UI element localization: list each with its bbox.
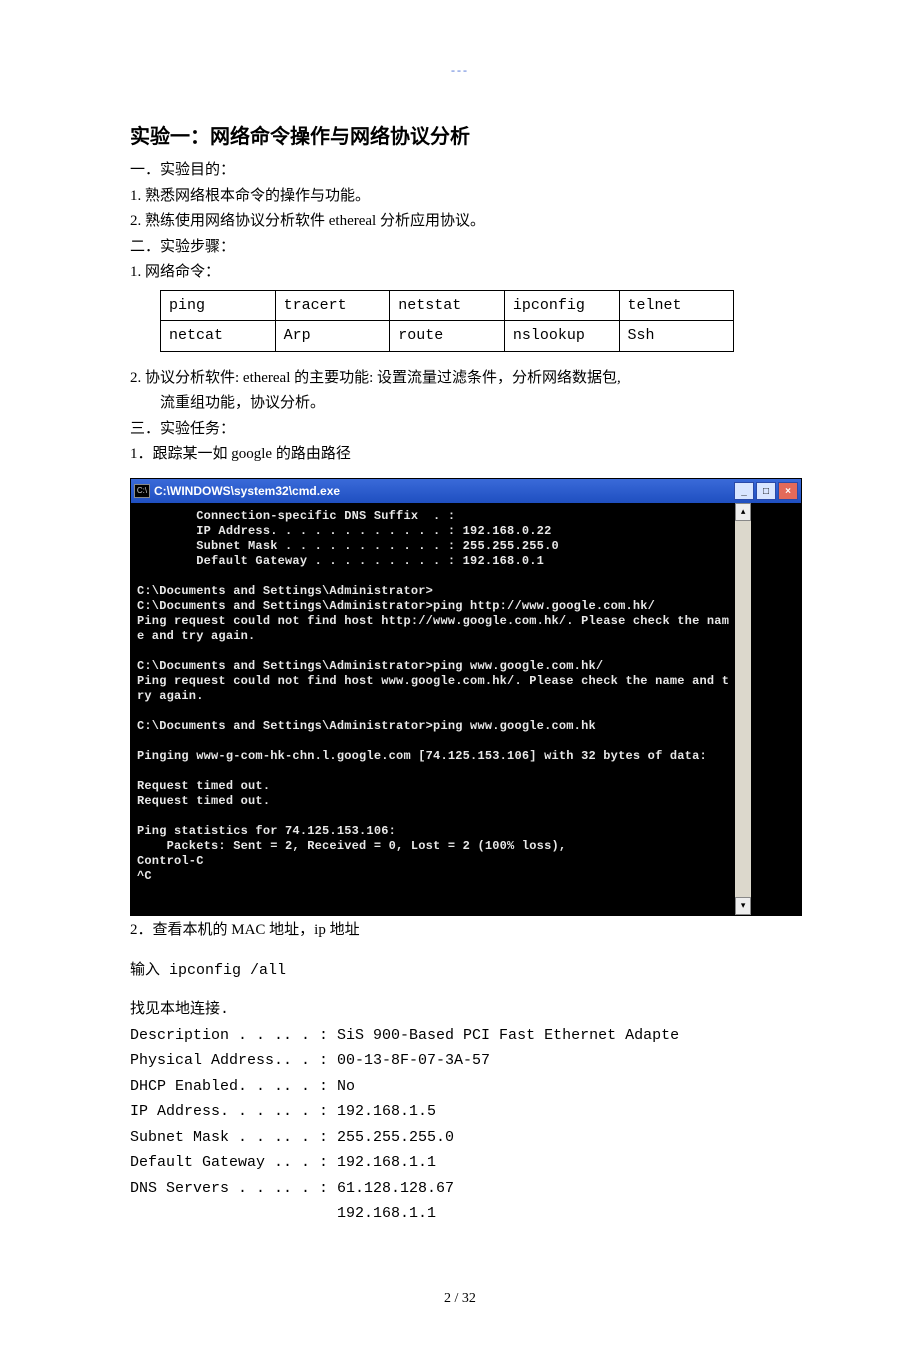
table-row: netcat Arp route nslookup Ssh: [161, 321, 734, 352]
cmd-icon: C:\: [134, 484, 150, 498]
cmd-cell: ping: [161, 290, 276, 321]
section-steps-heading: 二．实验步骤：: [130, 235, 790, 261]
cmd-cell: nslookup: [504, 321, 619, 352]
cmd-cell: ipconfig: [504, 290, 619, 321]
cmd-title-text: C:\WINDOWS\system32\cmd.exe: [154, 481, 340, 501]
table-row: ping tracert netstat ipconfig telnet: [161, 290, 734, 321]
page-title: 实验一：网络命令操作与网络协议分析: [130, 120, 790, 154]
task-item-2: 2．查看本机的 MAC 地址，ip 地址: [130, 918, 790, 944]
section-tasks-heading: 三．实验任务：: [130, 417, 790, 443]
cmd-titlebar[interactable]: C:\ C:\WINDOWS\system32\cmd.exe _ □ ×: [131, 479, 801, 503]
cmd-cell: telnet: [619, 290, 734, 321]
terminal-output[interactable]: Connection-specific DNS Suffix . : IP Ad…: [131, 503, 735, 915]
cmd-cell: tracert: [275, 290, 390, 321]
steps-item-2-line2: 流重组功能，协议分析。: [160, 391, 790, 417]
steps-item-1: 1. 网络命令：: [130, 260, 790, 286]
cmd-cell: Ssh: [619, 321, 734, 352]
task-item-1: 1．跟踪某一如 google 的路由路径: [130, 442, 790, 468]
close-button[interactable]: ×: [778, 482, 798, 500]
minimize-button[interactable]: _: [734, 482, 754, 500]
cmd-cell: netstat: [390, 290, 505, 321]
section-purpose-heading: 一．实验目的：: [130, 158, 790, 184]
cmd-cell: Arp: [275, 321, 390, 352]
purpose-item-1: 1. 熟悉网络根本命令的操作与功能。: [130, 184, 790, 210]
ipconfig-output: 找见本地连接. Description . . .. . : SiS 900-B…: [130, 997, 790, 1227]
page-footer: 2 / 32: [130, 1287, 790, 1311]
cmd-cell: route: [390, 321, 505, 352]
commands-table: ping tracert netstat ipconfig telnet net…: [160, 290, 734, 352]
ipconfig-command: 输入 ipconfig /all: [130, 958, 790, 984]
header-mark: ---: [130, 60, 790, 80]
cmd-cell: netcat: [161, 321, 276, 352]
maximize-button[interactable]: □: [756, 482, 776, 500]
steps-item-2-line1: 2. 协议分析软件: ethereal 的主要功能: 设置流量过滤条件，分析网络…: [130, 366, 790, 392]
cmd-window: C:\ C:\WINDOWS\system32\cmd.exe _ □ × Co…: [130, 478, 802, 916]
scroll-up-button[interactable]: ▴: [735, 503, 751, 521]
scroll-down-button[interactable]: ▾: [735, 897, 751, 915]
scrollbar[interactable]: ▴ ▾: [735, 503, 751, 915]
purpose-item-2: 2. 熟练使用网络协议分析软件 ethereal 分析应用协议。: [130, 209, 790, 235]
